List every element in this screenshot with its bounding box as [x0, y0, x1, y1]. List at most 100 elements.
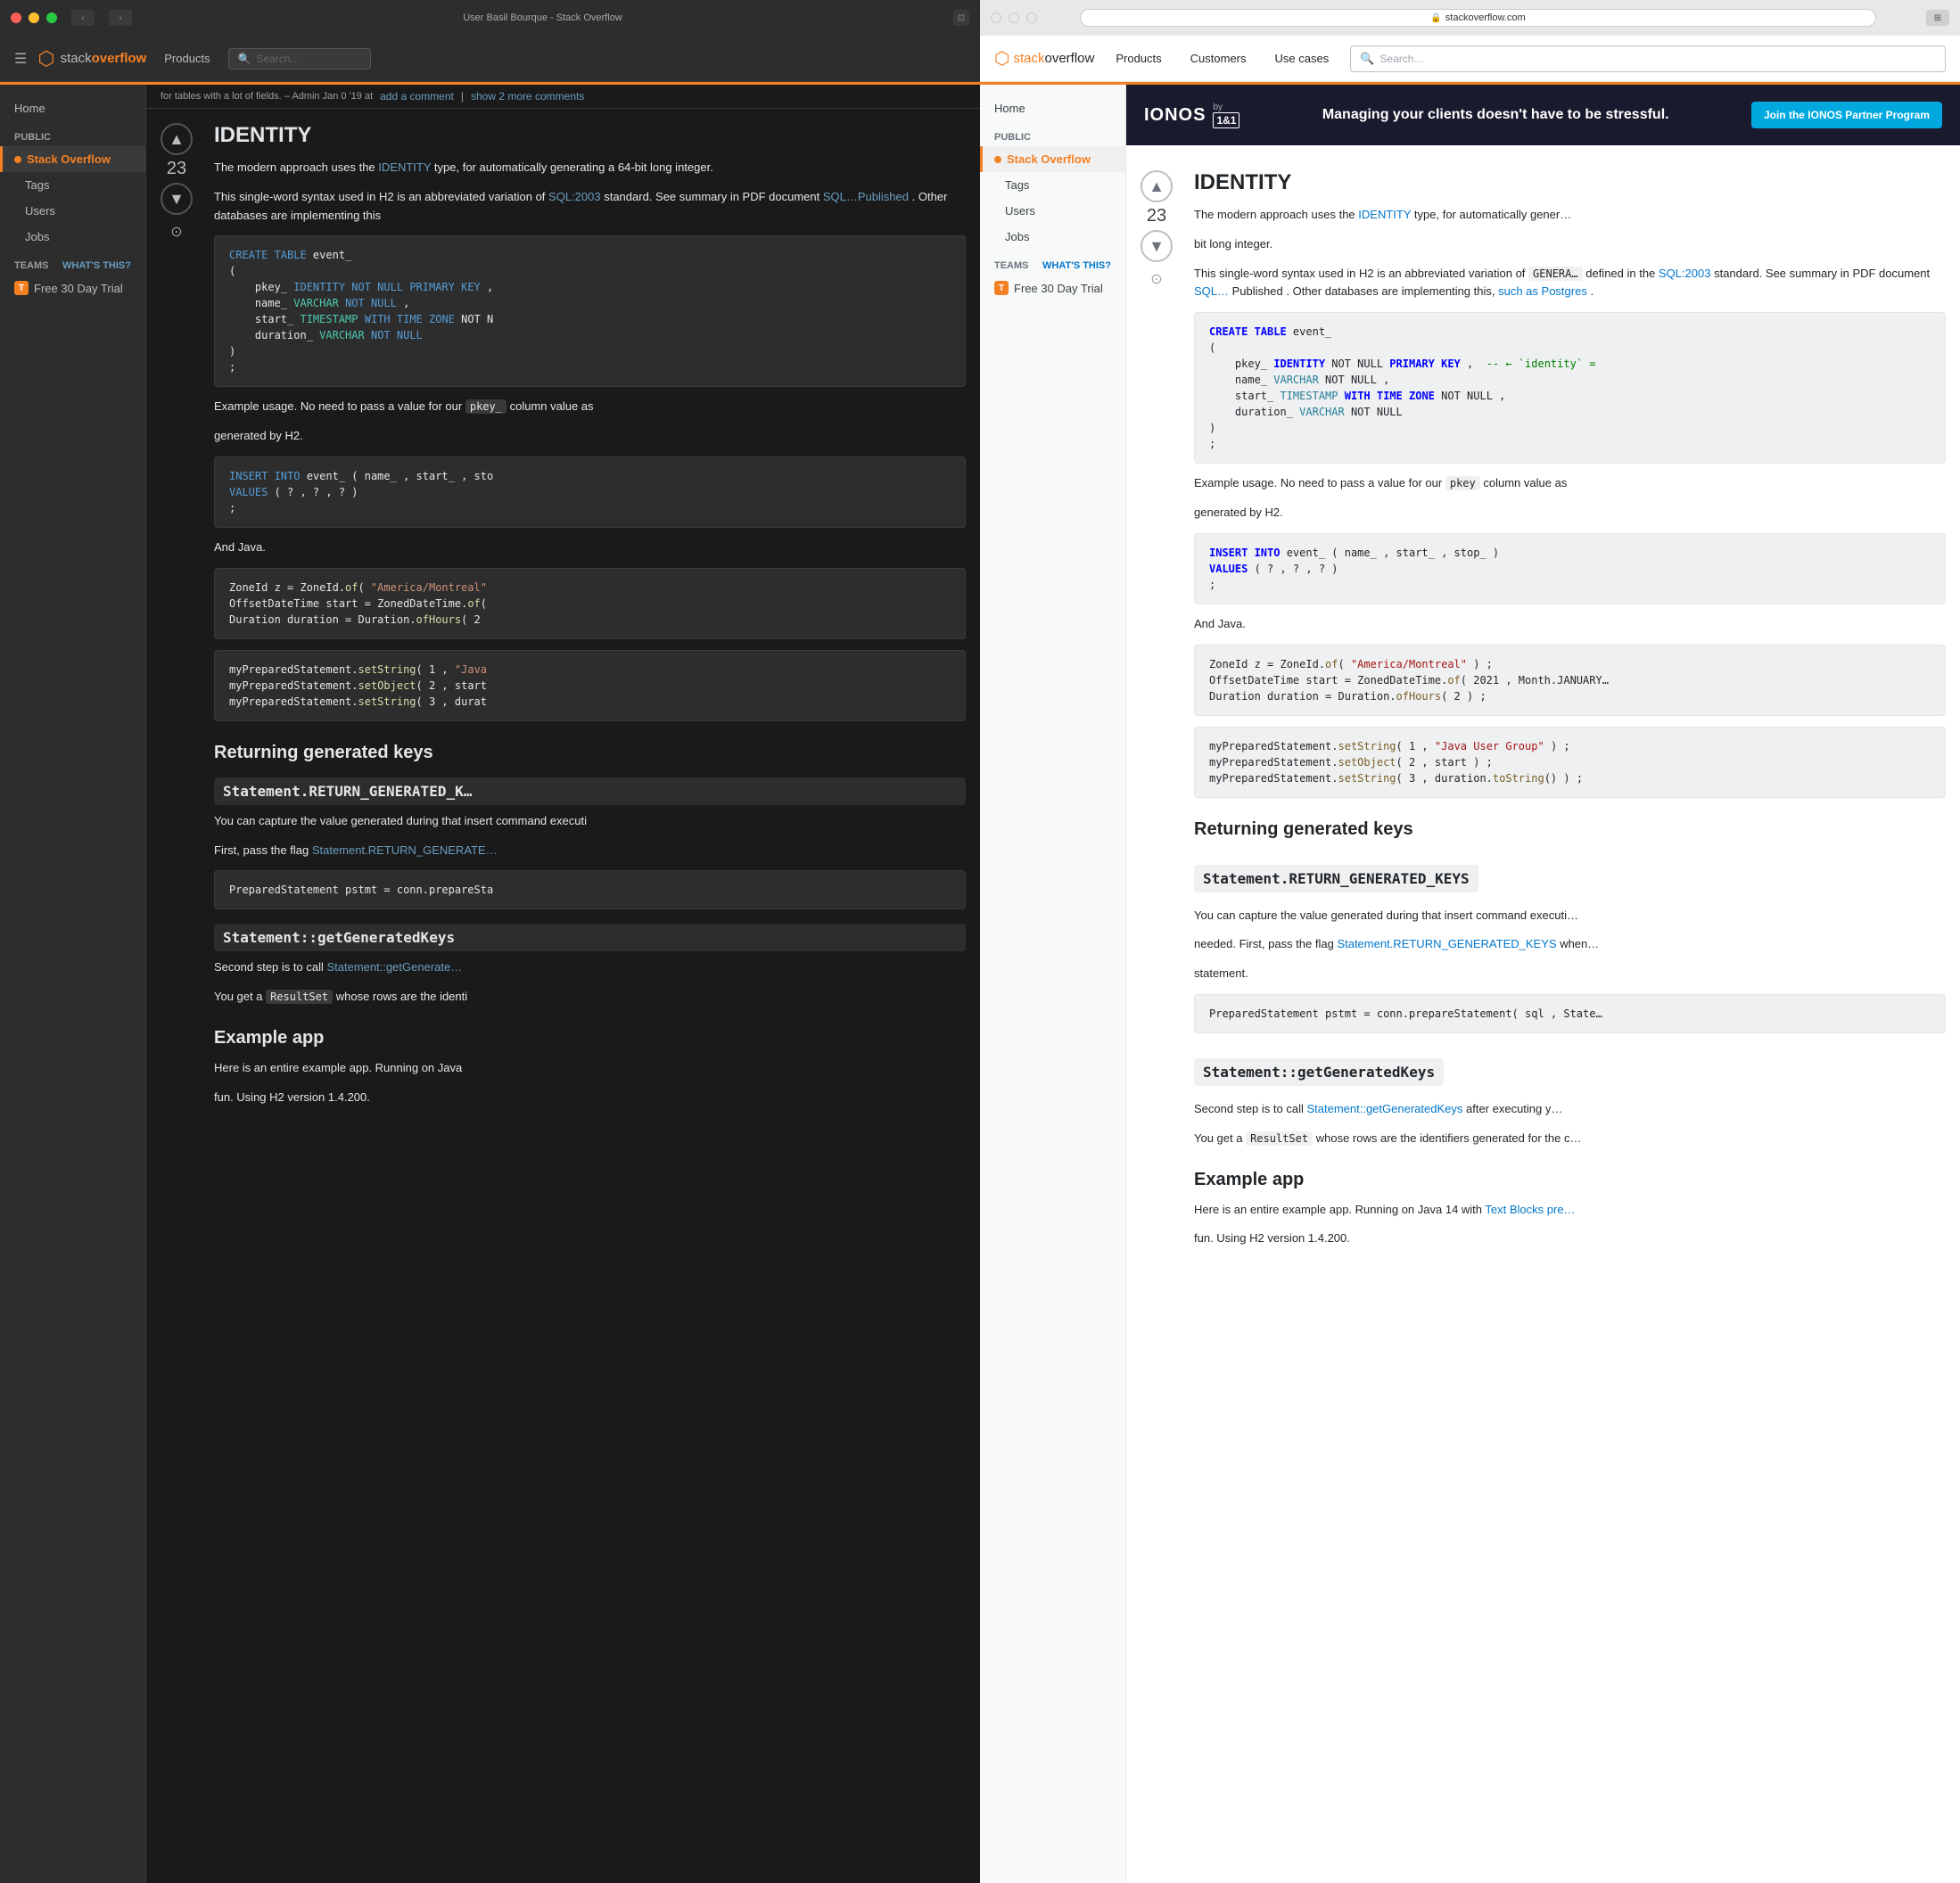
vote-up-button[interactable]: ▲: [161, 123, 193, 155]
expand-button[interactable]: ⊡: [953, 10, 969, 26]
left-search-bar[interactable]: 🔍 Search…: [228, 48, 371, 70]
right-code-line: myPreparedStatement.setString( 3 , durat…: [1209, 770, 1931, 786]
answer-text-6: First, pass the flag Statement.RETURN_GE…: [214, 842, 966, 860]
answer-text-3: Example usage. No need to pass a value f…: [214, 398, 966, 416]
right-code-block-5: PreparedStatement pstmt = conn.prepareSt…: [1194, 994, 1946, 1033]
left-header: ☰ ⬡ stackoverflow Products 🔍 Search…: [0, 36, 980, 82]
minimize-traffic-light[interactable]: [29, 12, 39, 23]
result-set-code: ResultSet: [266, 990, 333, 1004]
free-trial-icon: T: [14, 281, 29, 295]
answer-text-2: This single-word syntax used in H2 is an…: [214, 188, 966, 226]
right-identity-link[interactable]: IDENTITY: [1358, 208, 1411, 221]
example-app-text: Here is an entire example app. Running o…: [214, 1059, 966, 1078]
sidebar-teams-section: TEAMS What's this?: [0, 250, 145, 275]
right-sql2003-link[interactable]: SQL:2003: [1659, 267, 1711, 280]
getkeys-subheading: Statement::getGeneratedKeys: [214, 924, 966, 951]
right-code-line: start_ TIMESTAMP WITH TIME ZONE NOT NULL…: [1209, 388, 1931, 404]
sidebar-section-public: PUBLIC: [0, 121, 145, 146]
right-code-block-1: CREATE TABLE event_ ( pkey_ IDENTITY NOT…: [1194, 312, 1946, 464]
ionos-logo: IONOS by 1&1: [1144, 103, 1239, 128]
right-vote-down-button[interactable]: ▼: [1141, 230, 1173, 262]
right-free-trial-item[interactable]: T Free 30 Day Trial: [980, 275, 1125, 301]
right-main: Home PUBLIC Stack Overflow Tags Users Jo…: [980, 82, 1960, 1883]
right-sidebar-stackoverflow[interactable]: Stack Overflow: [980, 146, 1125, 172]
whats-this-link[interactable]: What's this?: [62, 260, 131, 271]
add-comment-link[interactable]: add a comment: [380, 90, 454, 103]
so-logo-left[interactable]: ⬡ stackoverflow: [37, 47, 146, 70]
code-line: ;: [229, 359, 951, 375]
so-logo-right[interactable]: ⬡ stackoverflow: [994, 47, 1094, 70]
right-returning-keys-heading: Returning generated keys: [1194, 819, 1946, 840]
right-whats-this-link[interactable]: What's this?: [1042, 260, 1111, 271]
free-trial-item[interactable]: T Free 30 Day Trial: [0, 275, 145, 301]
vote-down-button[interactable]: ▼: [161, 183, 193, 215]
statement-link[interactable]: Statement.RETURN_GENERATE…: [312, 843, 498, 857]
right-postgres-link[interactable]: such as Postgres: [1498, 284, 1587, 298]
right-code-line: (: [1209, 340, 1931, 356]
right-search-icon: 🔍: [1360, 52, 1374, 66]
right-search-bar[interactable]: 🔍 Search…: [1350, 45, 1946, 72]
right-code-line: ZoneId z = ZoneId.of( "America/Montreal"…: [1209, 656, 1931, 672]
code-block-5: PreparedStatement pstmt = conn.prepareSt…: [214, 870, 966, 909]
teams-label: TEAMS: [14, 260, 49, 271]
sidebar-item-tags[interactable]: Tags: [0, 172, 145, 198]
url-bar[interactable]: 🔒 stackoverflow.com: [1080, 9, 1876, 27]
sidebar-item-users[interactable]: Users: [0, 198, 145, 224]
right-pkey-code: pkey: [1445, 476, 1480, 490]
sidebar-item-jobs[interactable]: Jobs: [0, 224, 145, 250]
search-icon: 🔍: [238, 53, 251, 65]
right-return-subheading: Statement.RETURN_GENERATED_KEYS: [1194, 865, 1478, 892]
right-answer-text-1c: bit long integer.: [1194, 235, 1946, 254]
maximize-traffic-light[interactable]: [46, 12, 57, 23]
right-text-blocks-link[interactable]: Text Blocks pre…: [1485, 1203, 1575, 1216]
right-answer-text-3c: generated by H2.: [1194, 504, 1946, 522]
sql-published-link[interactable]: SQL…Published: [823, 190, 909, 203]
hamburger-icon[interactable]: ☰: [14, 50, 27, 68]
code-line: ZoneId z = ZoneId.of( "America/Montreal": [229, 580, 951, 596]
ionos-banner[interactable]: IONOS by 1&1 Managing your clients doesn…: [1126, 85, 1960, 145]
identity-link[interactable]: IDENTITY: [378, 160, 431, 174]
sidebar-item-stackoverflow[interactable]: Stack Overflow: [0, 146, 145, 172]
right-nav-customers[interactable]: Customers: [1183, 48, 1254, 69]
ionos-join-button[interactable]: Join the IONOS Partner Program: [1751, 102, 1942, 128]
right-return-subheading-container: Statement.RETURN_GENERATED_KEYS: [1194, 851, 1946, 900]
ionos-1and1: 1&1: [1213, 112, 1239, 128]
right-answer-text-6: needed. First, pass the flag Statement.R…: [1194, 935, 1946, 954]
right-statement-link[interactable]: Statement.RETURN_GENERATED_KEYS: [1337, 937, 1556, 950]
back-button[interactable]: ‹: [71, 10, 95, 26]
sql2003-link[interactable]: SQL:2003: [548, 190, 601, 203]
right-getkeys-link[interactable]: Statement::getGeneratedKeys: [1306, 1102, 1462, 1115]
bookmark-button[interactable]: ⊙: [169, 222, 185, 242]
code-line: OffsetDateTime start = ZonedDateTime.of(: [229, 596, 951, 612]
example-app-text-2: fun. Using H2 version 1.4.200.: [214, 1089, 966, 1107]
right-sidebar-tags[interactable]: Tags: [980, 172, 1125, 198]
sidebar-item-home[interactable]: Home: [0, 95, 145, 121]
forward-button[interactable]: ›: [109, 10, 132, 26]
right-sql-link[interactable]: SQL…: [1194, 284, 1229, 298]
right-nav-button[interactable]: ⊞: [1926, 10, 1949, 26]
code-line: Duration duration = Duration.ofHours( 2: [229, 612, 951, 628]
right-minimize-traffic-light[interactable]: [1009, 12, 1019, 23]
sidebar-stackoverflow-label: Stack Overflow: [27, 152, 111, 166]
right-sidebar-home[interactable]: Home: [980, 95, 1125, 121]
right-answer-section: ▲ 23 ▼ ⊙ IDENTITY The modern approach us…: [1126, 156, 1960, 1273]
comment-text: for tables with a lot of fields. – Admin…: [161, 91, 373, 102]
right-vote-section: ▲ 23 ▼ ⊙: [1141, 170, 1173, 289]
code-line: ;: [229, 500, 951, 516]
right-close-traffic-light[interactable]: [991, 12, 1001, 23]
right-nav-products[interactable]: Products: [1108, 48, 1168, 69]
close-traffic-light[interactable]: [11, 12, 21, 23]
so-logo-text-left: stackoverflow: [61, 51, 147, 66]
right-bookmark-button[interactable]: ⊙: [1149, 269, 1165, 289]
left-nav-products[interactable]: Products: [157, 48, 217, 69]
right-vote-up-button[interactable]: ▲: [1141, 170, 1173, 202]
right-answer-text-7: Second step is to call Statement::getGen…: [1194, 1100, 1946, 1119]
right-sidebar-jobs[interactable]: Jobs: [980, 224, 1125, 250]
right-nav-use-cases[interactable]: Use cases: [1268, 48, 1337, 69]
right-free-trial-icon: T: [994, 281, 1009, 295]
show-comments-link[interactable]: show 2 more comments: [471, 90, 584, 103]
right-sidebar-users[interactable]: Users: [980, 198, 1125, 224]
getkeys-link[interactable]: Statement::getGenerate…: [326, 960, 462, 974]
answer-text-1: The modern approach uses the IDENTITY ty…: [214, 159, 966, 177]
right-maximize-traffic-light[interactable]: [1026, 12, 1037, 23]
